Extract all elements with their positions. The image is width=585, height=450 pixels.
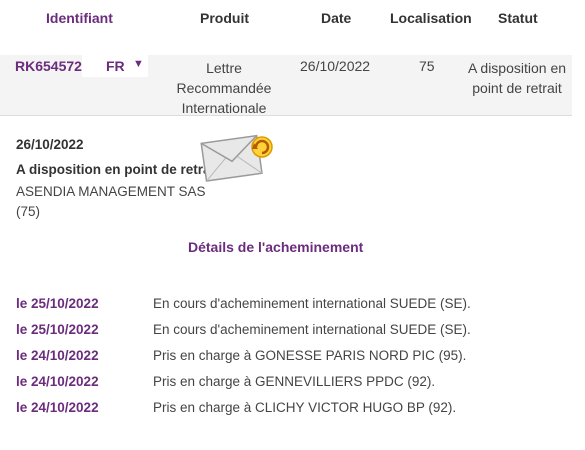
product-cell: Lettre Recommandée Internationale [176, 60, 272, 116]
caret-down-icon: ▼ [133, 58, 144, 70]
list-item: le 24/10/2022 Pris en charge à GONESSE P… [0, 346, 585, 366]
detail-zip: (75) [16, 204, 41, 219]
country-select[interactable]: FR ▼ [82, 55, 148, 77]
list-item: le 24/10/2022 Pris en charge à CLICHY VI… [0, 398, 585, 418]
tracking-id[interactable]: RK654572 [15, 58, 82, 74]
header-produit: Produit [200, 10, 249, 26]
event-text: Pris en charge à CLICHY VICTOR HUGO BP (… [153, 400, 457, 415]
event-text: Pris en charge à GENNEVILLIERS PPDC (92)… [153, 374, 436, 389]
country-code: FR [106, 58, 125, 74]
table-header: Identifiant Produit Date Localisation St… [0, 0, 585, 38]
event-date: le 25/10/2022 [16, 322, 99, 337]
status-cell: A disposition en point de retrait [467, 60, 567, 96]
location-cell: 75 [419, 58, 435, 74]
shipment-detail-card: 26/10/2022 A disposition en point de ret… [6, 117, 273, 220]
header-localisation: Localisation [390, 10, 472, 26]
header-statut: Statut [498, 10, 538, 26]
list-item: le 25/10/2022 En cours d'acheminement in… [0, 294, 585, 314]
event-date: le 24/10/2022 [16, 348, 99, 363]
event-date: le 24/10/2022 [16, 374, 99, 389]
routing-details-title: Détails de l'acheminement [188, 239, 364, 255]
date-cell: 26/10/2022 [300, 58, 371, 74]
event-date: le 24/10/2022 [16, 400, 99, 415]
detail-company: ASENDIA MANAGEMENT SAS [16, 184, 206, 199]
list-item: le 24/10/2022 Pris en charge à GENNEVILL… [0, 372, 585, 392]
envelope-refresh-icon [200, 134, 273, 182]
event-date: le 25/10/2022 [16, 296, 99, 311]
event-text: En cours d'acheminement international SU… [153, 322, 471, 337]
detail-status: A disposition en point de retrait [16, 162, 219, 177]
header-date: Date [321, 10, 352, 26]
detail-date: 26/10/2022 [16, 137, 84, 152]
event-text: En cours d'acheminement international SU… [153, 296, 471, 311]
list-item: le 25/10/2022 En cours d'acheminement in… [0, 320, 585, 340]
header-identifiant: Identifiant [46, 10, 113, 26]
event-text: Pris en charge à GONESSE PARIS NORD PIC … [153, 348, 467, 363]
table-row[interactable]: RK654572 FR ▼ Lettre Recommandée Interna… [0, 55, 572, 116]
